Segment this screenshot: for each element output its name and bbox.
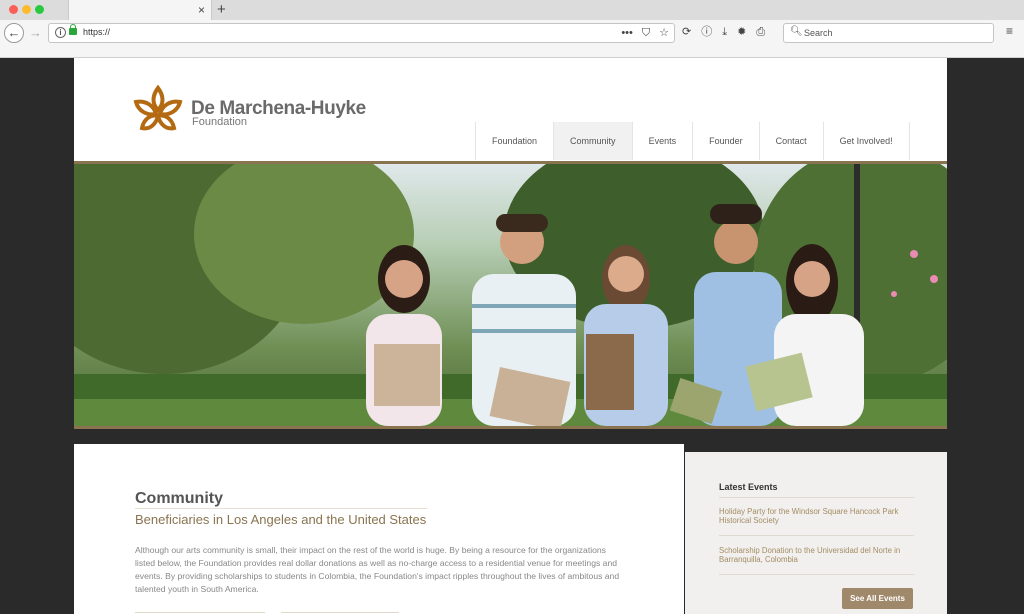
hero-divider <box>74 426 947 429</box>
minimize-window-button[interactable] <box>22 5 31 14</box>
nav-get-involved[interactable]: Get Involved! <box>822 122 910 160</box>
sidebar-divider <box>719 574 914 575</box>
reload-icon[interactable]: ⟳ <box>682 25 691 39</box>
event-link-holiday-party[interactable]: Holiday Party for the Windsor Square Han… <box>719 507 919 525</box>
main-navigation: Foundation Community Events Founder Cont… <box>475 122 910 160</box>
close-window-button[interactable] <box>9 5 18 14</box>
nav-contact[interactable]: Contact <box>758 122 823 160</box>
website: De Marchena-Huyke Foundation Foundation … <box>74 58 947 614</box>
url-bar[interactable]: i https:// ••• ⛉ ☆ <box>48 23 675 43</box>
info-icon[interactable]: i <box>55 27 66 38</box>
intro-paragraph: Although our arts community is small, th… <box>135 545 620 594</box>
bookmark-star-icon[interactable]: ☆ <box>659 26 669 40</box>
latest-events-sidebar: Latest Events Holiday Party for the Wind… <box>685 452 947 614</box>
browser-tab-bar: × + <box>0 0 1024 20</box>
browser-toolbar: ← → i https:// ••• ⛉ ☆ ⟳ ⓘ ⤓ ✹ ⎙ 🔍︎ Sear… <box>0 20 1024 58</box>
new-tab-button[interactable]: + <box>217 0 226 20</box>
hero-students-photo <box>74 164 947 426</box>
maximize-window-button[interactable] <box>35 5 44 14</box>
logo-subtitle: Foundation <box>192 116 248 128</box>
hero-illustration <box>74 164 947 426</box>
browser-tab[interactable]: × <box>68 0 212 20</box>
extension-icon[interactable]: ⓘ <box>701 25 712 39</box>
page-title: Community <box>135 490 223 507</box>
hamburger-menu-icon[interactable]: ≡ <box>1006 24 1013 38</box>
close-tab-icon[interactable]: × <box>198 2 205 18</box>
sidebar-divider <box>719 535 914 536</box>
sidebar-title: Latest Events <box>719 482 778 492</box>
nav-founder[interactable]: Founder <box>692 122 759 160</box>
main-content: Community Beneficiaries in Los Angeles a… <box>74 444 684 614</box>
lock-icon <box>69 24 77 35</box>
page-actions-icon[interactable]: ••• <box>621 26 633 40</box>
print-icon[interactable]: ⎙ <box>756 25 765 39</box>
nav-events[interactable]: Events <box>631 122 693 160</box>
forward-button[interactable]: → <box>29 23 42 43</box>
settings-gear-icon[interactable]: ✹ <box>737 25 746 39</box>
sidebar-divider <box>719 497 914 498</box>
page-subtitle: Beneficiaries in Los Angeles and the Uni… <box>135 512 427 527</box>
back-button[interactable]: ← <box>4 23 24 43</box>
site-header: De Marchena-Huyke Foundation Foundation … <box>74 58 947 161</box>
url-text[interactable]: https:// <box>83 27 110 37</box>
search-placeholder: Search <box>804 28 833 38</box>
download-icon[interactable]: ⤓ <box>722 25 727 39</box>
nav-community[interactable]: Community <box>553 122 632 160</box>
see-all-events-button[interactable]: See All Events <box>842 588 913 609</box>
search-input[interactable]: 🔍︎ Search <box>783 23 994 43</box>
title-divider <box>135 508 427 509</box>
pocket-icon[interactable]: ⛉ <box>642 26 650 40</box>
event-link-scholarship[interactable]: Scholarship Donation to the Universidad … <box>719 546 919 564</box>
nav-foundation[interactable]: Foundation <box>475 122 553 160</box>
lotus-logo-icon[interactable] <box>132 84 184 132</box>
search-icon: 🔍︎ <box>790 26 803 37</box>
